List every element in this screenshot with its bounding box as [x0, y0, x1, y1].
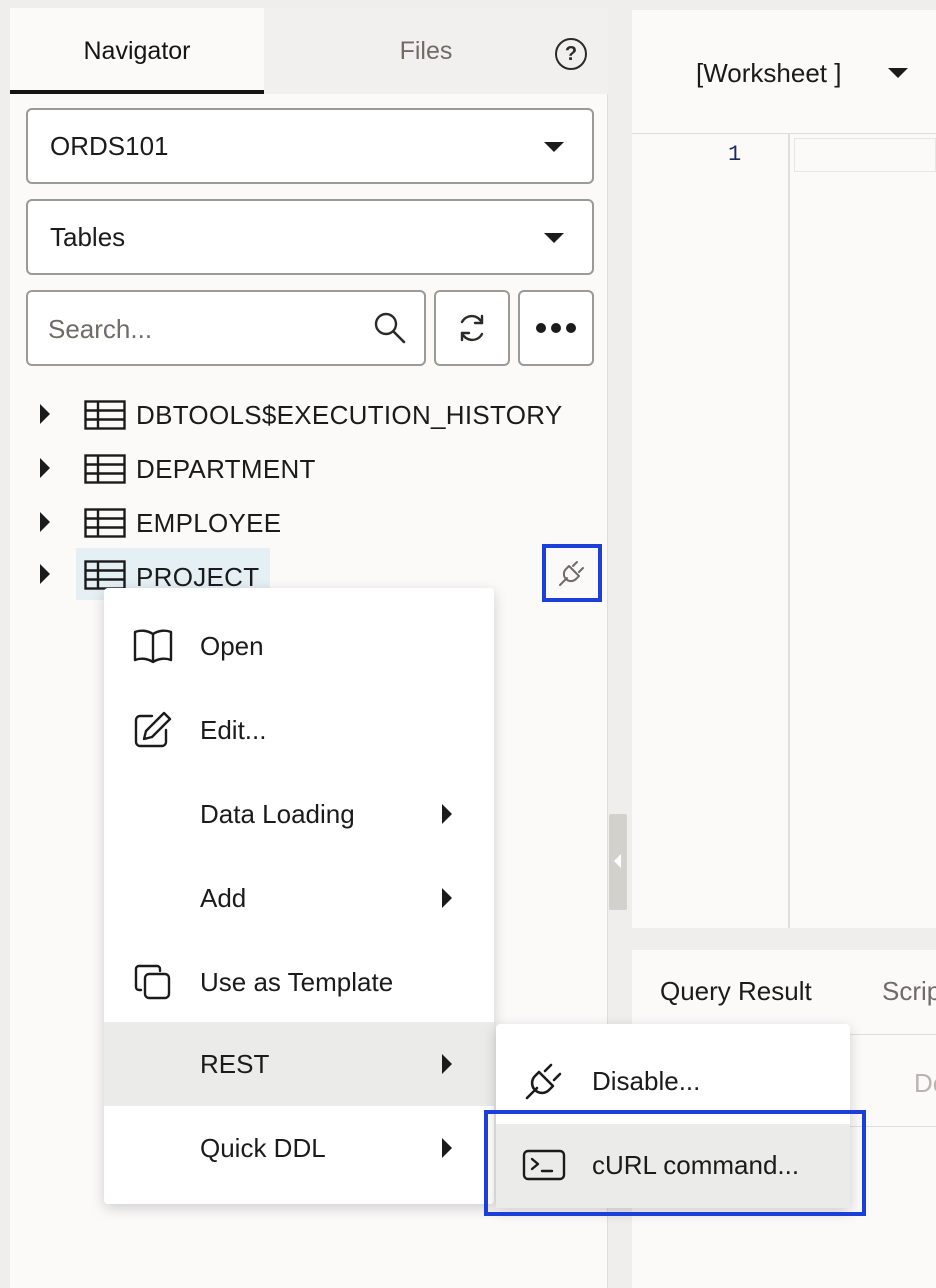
search-input[interactable]: [48, 310, 368, 348]
chevron-right-icon: [442, 1054, 452, 1074]
menu-item-quick-ddl[interactable]: Quick DDL: [104, 1106, 494, 1190]
expand-icon[interactable]: [40, 458, 50, 478]
table-icon: [84, 560, 126, 590]
worksheet-title[interactable]: [Worksheet ]: [696, 58, 841, 89]
more-actions-button[interactable]: [518, 290, 594, 366]
rest-enabled-plug-icon[interactable]: [542, 544, 602, 602]
tab-files[interactable]: Files: [330, 8, 522, 94]
tree-item[interactable]: DEPARTMENT: [10, 442, 608, 496]
object-type-select[interactable]: Tables: [26, 199, 594, 275]
table-icon: [84, 400, 126, 430]
search-icon[interactable]: [372, 310, 408, 346]
expand-icon[interactable]: [40, 564, 50, 584]
tab-files-label: Files: [399, 36, 453, 65]
line-number: 1: [728, 142, 742, 167]
navigator-tab-bar: Navigator Files ?: [10, 8, 608, 94]
menu-item-add[interactable]: Add: [104, 856, 494, 940]
collapse-left-icon: [614, 854, 621, 868]
panel-splitter[interactable]: [609, 814, 627, 910]
help-icon[interactable]: ?: [555, 38, 587, 70]
line-number-gutter: 1: [632, 134, 790, 928]
menu-item-label: Quick DDL: [200, 1132, 326, 1163]
plug-icon: [525, 1063, 562, 1100]
menu-item-open[interactable]: Open: [104, 604, 494, 688]
tab-navigator-label: Navigator: [83, 36, 191, 65]
refresh-button[interactable]: [434, 290, 510, 366]
menu-item-data-loading[interactable]: Data Loading: [104, 772, 494, 856]
tree-item-label: DBTOOLS$EXECUTION_HISTORY: [136, 400, 563, 430]
tab-query-result[interactable]: Query Result: [660, 976, 812, 1007]
table-icon: [84, 508, 126, 538]
chevron-down-icon: [544, 233, 564, 243]
expand-icon[interactable]: [40, 404, 50, 424]
tree-item-label: DEPARTMENT: [136, 454, 316, 484]
current-line[interactable]: [794, 138, 936, 172]
menu-item-label: Disable...: [592, 1066, 701, 1096]
menu-item-label: REST: [200, 1048, 270, 1079]
plug-icon: [559, 561, 584, 586]
menu-item-label: Use as Template: [200, 966, 394, 997]
help-icon-glyph: ?: [564, 42, 578, 65]
schema-select-value: ORDS101: [50, 130, 169, 161]
chevron-right-icon: [442, 804, 452, 824]
menu-item-label: Data Loading: [200, 798, 355, 829]
worksheet-header: [Worksheet ]: [632, 10, 936, 134]
search-field[interactable]: [26, 290, 426, 366]
table-icon: [84, 454, 126, 484]
menu-item-label: Add: [200, 882, 247, 913]
tree-item-label: EMPLOYEE: [136, 508, 282, 538]
ellipsis-icon: [536, 323, 576, 333]
download-button[interactable]: De: [914, 1068, 936, 1099]
schema-select[interactable]: ORDS101: [26, 108, 594, 184]
menu-item-label: Open: [200, 630, 264, 661]
refresh-icon: [460, 314, 484, 342]
tree-item[interactable]: EMPLOYEE: [10, 496, 608, 550]
curl-command-highlight: [484, 1110, 866, 1216]
chevron-down-icon: [544, 142, 564, 152]
copy-icon: [134, 964, 171, 1000]
chevron-down-icon[interactable]: [888, 68, 908, 78]
menu-item-label: Edit...: [200, 714, 267, 745]
tab-navigator[interactable]: Navigator: [10, 8, 264, 94]
menu-item-rest[interactable]: REST: [104, 1022, 494, 1106]
expand-icon[interactable]: [40, 512, 50, 532]
code-editor[interactable]: 1: [632, 134, 936, 928]
chevron-right-icon: [442, 888, 452, 908]
tree-item[interactable]: DBTOOLS$EXECUTION_HISTORY: [10, 388, 608, 442]
pencil-icon: [134, 711, 172, 748]
chevron-right-icon: [442, 1138, 452, 1158]
book-open-icon: [133, 629, 173, 664]
table-context-menu: Open Edit... Data Loading Add Use as Tem…: [104, 588, 494, 1204]
object-type-select-value: Tables: [50, 221, 126, 252]
tab-script-output[interactable]: Scrip: [882, 976, 936, 1007]
menu-item-edit[interactable]: Edit...: [104, 688, 494, 772]
menu-item-use-as-template[interactable]: Use as Template: [104, 940, 494, 1024]
